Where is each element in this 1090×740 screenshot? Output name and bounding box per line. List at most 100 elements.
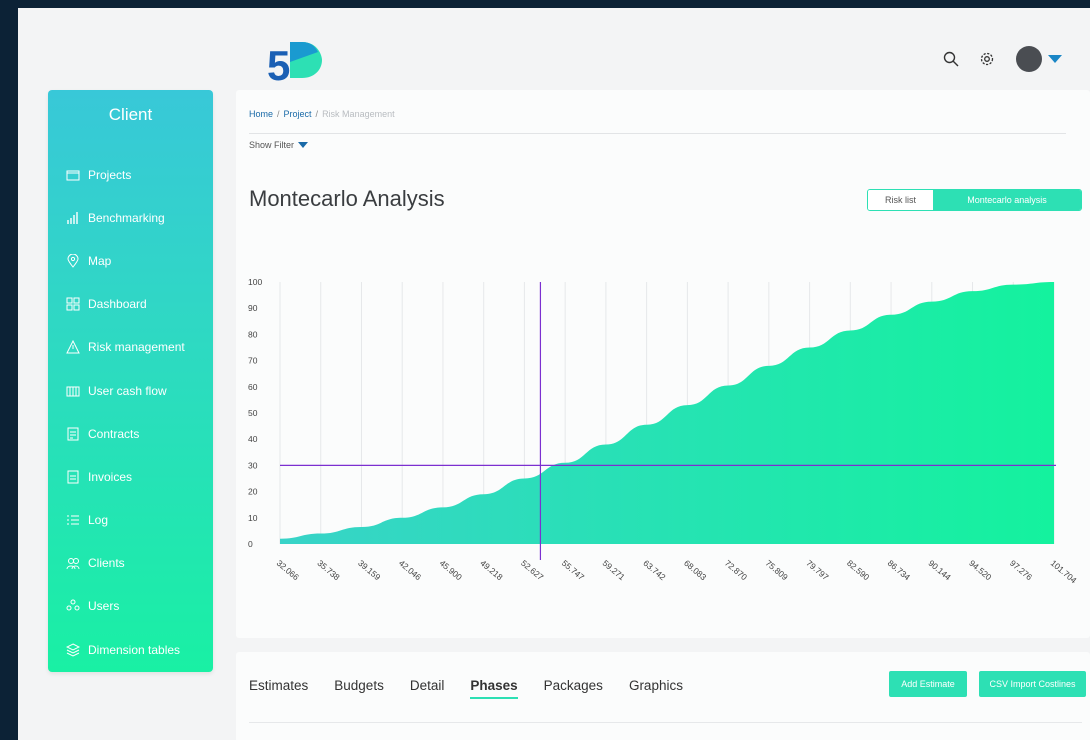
risk-list-button[interactable]: Risk list	[868, 190, 933, 210]
x-tick-label: 39.159	[356, 558, 383, 583]
y-tick-label: 40	[248, 434, 258, 444]
avatar[interactable]	[1016, 46, 1042, 72]
header-actions	[940, 46, 1062, 72]
y-tick-label: 70	[248, 356, 258, 366]
view-toggle: Risk list Montecarlo analysis	[867, 189, 1082, 211]
x-tick-label: 94.520	[967, 558, 994, 583]
breadcrumb-current: Risk Management	[322, 109, 395, 119]
tab-detail[interactable]: Detail	[410, 678, 445, 699]
sidebar-item-label: Projects	[88, 167, 132, 182]
sidebar-item-label: Dashboard	[88, 297, 147, 312]
x-tick-label: 55.747	[560, 558, 587, 583]
y-tick-label: 80	[248, 329, 258, 339]
sidebar-item-invoices[interactable]: Invoices	[48, 455, 213, 498]
sidebar-item-map[interactable]: Map	[48, 239, 213, 282]
layers-icon	[66, 643, 80, 657]
map-pin-icon	[66, 253, 80, 268]
sidebar-item-label: Benchmarking	[88, 210, 165, 225]
svg-text:5: 5	[267, 42, 290, 88]
sidebar-item-label: Contracts	[88, 426, 140, 441]
x-tick-label: 101.704	[1049, 558, 1079, 586]
log-icon	[66, 513, 80, 527]
projects-icon	[66, 168, 80, 182]
bar-chart-icon	[66, 211, 80, 225]
add-estimate-button[interactable]: Add Estimate	[889, 671, 967, 697]
montecarlo-chart: 0 10 20 30 40 50 60 70 80 90 100 32.066 35.738 39.159…	[248, 277, 1079, 586]
y-tick-label: 50	[248, 408, 258, 418]
cumulative-area	[280, 282, 1054, 544]
invoice-icon	[66, 470, 80, 484]
sidebar-item-user-cash-flow[interactable]: User cash flow	[48, 369, 213, 412]
warning-icon	[66, 340, 80, 354]
y-tick-label: 100	[248, 277, 262, 287]
estimates-panel: Estimates Budgets Detail Phases Packages…	[236, 652, 1090, 740]
cash-flow-icon	[66, 384, 80, 398]
x-tick-label: 35.738	[315, 558, 342, 583]
x-tick-label: 63.742	[641, 558, 668, 583]
divider	[249, 133, 1066, 134]
sidebar-item-contracts[interactable]: Contracts	[48, 412, 213, 455]
breadcrumb: Home / Project / Risk Management	[249, 109, 395, 119]
show-filter-label: Show Filter	[249, 140, 295, 150]
chevron-down-icon[interactable]	[1048, 55, 1062, 63]
y-tick-label: 10	[248, 513, 258, 523]
x-tick-label: 82.590	[845, 558, 872, 583]
x-tick-label: 75.809	[764, 558, 791, 583]
y-tick-label: 60	[248, 382, 258, 392]
sidebar-item-log[interactable]: Log	[48, 499, 213, 542]
app-screen: 5 Client Projects Benchmarking Map Dashb…	[18, 8, 1090, 740]
users-icon	[66, 599, 80, 613]
tab-budgets[interactable]: Budgets	[334, 678, 384, 699]
sidebar-item-dashboard[interactable]: Dashboard	[48, 283, 213, 326]
sidebar-item-label: Dimension tables	[88, 642, 181, 657]
search-icon[interactable]	[940, 48, 962, 70]
sidebar-item-projects[interactable]: Projects	[48, 153, 213, 196]
sidebar-title: Client	[108, 105, 153, 124]
x-tick-label: 86.734	[886, 558, 913, 583]
breadcrumb-home[interactable]: Home	[249, 109, 273, 119]
sidebar-item-label: Invoices	[88, 469, 133, 484]
x-tick-label: 49.218	[478, 558, 505, 583]
x-tick-label: 45.900	[438, 558, 465, 583]
x-tick-label: 59.271	[601, 558, 628, 583]
show-filter-toggle[interactable]: Show Filter	[249, 140, 309, 150]
divider	[249, 722, 1082, 723]
x-tick-label: 97.276	[1008, 558, 1035, 583]
breadcrumb-project[interactable]: Project	[284, 109, 312, 119]
montecarlo-analysis-button[interactable]: Montecarlo analysis	[933, 190, 1081, 210]
dashboard-icon	[66, 297, 80, 311]
x-tick-label: 72.870	[723, 558, 750, 583]
x-tick-label: 52.627	[519, 558, 546, 583]
y-tick-label: 30	[248, 460, 258, 470]
y-tick-label: 20	[248, 487, 258, 497]
sidebar-items: Projects Benchmarking Map Dashboard Risk…	[48, 153, 213, 671]
action-buttons: Add Estimate CSV Import Costlines	[889, 671, 1086, 697]
sidebar-item-label: Risk management	[88, 340, 185, 355]
sidebar-item-dimension-tables[interactable]: Dimension tables	[48, 628, 213, 671]
tab-phases[interactable]: Phases	[470, 678, 518, 699]
tab-estimates[interactable]: Estimates	[249, 678, 308, 699]
sidebar-item-benchmarking[interactable]: Benchmarking	[48, 196, 213, 239]
x-tick-label: 90.144	[927, 558, 954, 583]
user-menu[interactable]	[1016, 46, 1062, 72]
tab-bar: Estimates Budgets Detail Phases Packages…	[249, 678, 683, 699]
x-tick-label: 42.046	[397, 558, 424, 583]
gear-icon[interactable]	[976, 48, 998, 70]
tab-packages[interactable]: Packages	[544, 678, 603, 699]
analysis-card: Home / Project / Risk Management Show Fi…	[236, 90, 1090, 638]
caret-down-icon	[298, 142, 309, 148]
tab-graphics[interactable]: Graphics	[629, 678, 683, 699]
breadcrumb-separator: /	[277, 109, 280, 119]
sidebar-item-risk-management[interactable]: Risk management	[48, 326, 213, 369]
sidebar-item-label: Users	[88, 599, 120, 614]
sidebar-item-label: Map	[88, 253, 112, 268]
app-logo[interactable]: 5	[266, 36, 326, 89]
sidebar-item-clients[interactable]: Clients	[48, 542, 213, 585]
csv-import-button[interactable]: CSV Import Costlines	[979, 671, 1086, 697]
sidebar-item-users[interactable]: Users	[48, 585, 213, 628]
y-tick-label: 90	[248, 303, 258, 313]
x-tick-label: 68.083	[682, 558, 709, 583]
contract-icon	[66, 427, 80, 441]
sidebar: Client Projects Benchmarking Map Dashboa…	[48, 90, 213, 672]
x-tick-label: 79.797	[804, 558, 831, 583]
